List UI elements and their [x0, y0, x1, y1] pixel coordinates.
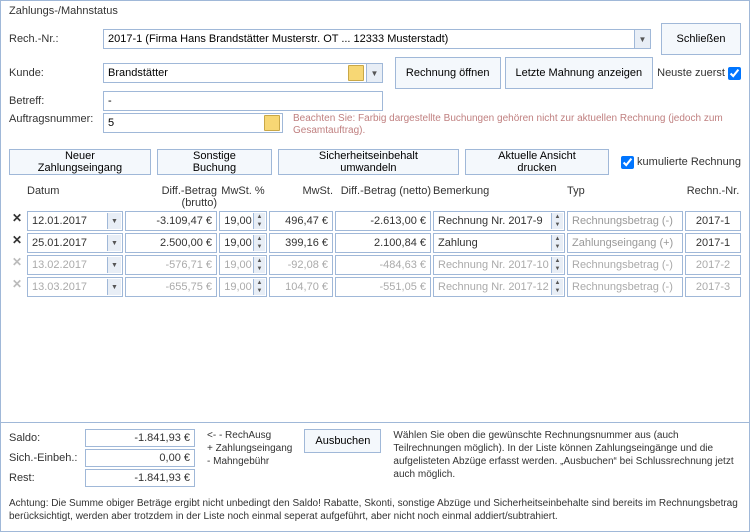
- other-booking-button[interactable]: Sonstige Buchung: [157, 149, 272, 175]
- close-button[interactable]: Schließen: [661, 23, 741, 55]
- kunde-input[interactable]: [104, 64, 348, 82]
- col-net-header: Diff.-Betrag (netto): [335, 185, 431, 209]
- col-vat-header: MwSt.: [269, 185, 333, 209]
- remark-cell[interactable]: Rechnung Nr. 2017-12▲▼: [433, 277, 565, 297]
- rest-value: -1.841,93 €: [85, 469, 195, 487]
- warning-text: Achtung: Die Summe obiger Beträge ergibt…: [1, 493, 749, 531]
- dropdown-icon[interactable]: ▼: [366, 64, 382, 82]
- legend: <- - RechAusg + Zahlungseingang - Mahnge…: [207, 429, 292, 487]
- spinner-icon[interactable]: ▲▼: [253, 257, 265, 273]
- dropdown-icon[interactable]: ▼: [634, 30, 650, 48]
- col-type-header: Typ: [567, 185, 683, 209]
- type-cell: Rechnungsbetrag (-): [567, 211, 683, 231]
- spinner-icon[interactable]: ▲▼: [253, 213, 265, 229]
- saldo-value: -1.841,93 €: [85, 429, 195, 447]
- gross-cell[interactable]: -3.109,47 €: [125, 211, 217, 231]
- convert-retention-button[interactable]: Sicherheitseinbehalt umwandeln: [278, 149, 459, 175]
- rechnr-input[interactable]: [104, 30, 634, 48]
- window-title: Zahlungs-/Mahnstatus: [1, 1, 749, 21]
- net-cell: -551,05 €: [335, 277, 431, 297]
- delete-row-button: ✕: [9, 255, 25, 275]
- col-inv-header: Rechn.-Nr.: [685, 185, 741, 209]
- rechnr-combo[interactable]: ▼: [103, 29, 651, 49]
- spinner-icon[interactable]: ▲▼: [551, 257, 563, 273]
- type-cell: Rechnungsbetrag (-): [567, 277, 683, 297]
- rest-label: Rest:: [9, 472, 79, 484]
- dropdown-icon[interactable]: ▼: [107, 213, 121, 229]
- vat-pct-cell[interactable]: 19,00▲▼: [219, 233, 267, 253]
- remark-cell[interactable]: Zahlung▲▼: [433, 233, 565, 253]
- vat-cell: 399,16 €: [269, 233, 333, 253]
- info-text: Wählen Sie oben die gewünschte Rechnungs…: [393, 429, 741, 487]
- date-cell[interactable]: 25.01.2017▼: [27, 233, 123, 253]
- delete-row-button[interactable]: ✕: [9, 211, 25, 231]
- vat-cell: 104,70 €: [269, 277, 333, 297]
- remark-cell[interactable]: Rechnung Nr. 2017-10▲▼: [433, 255, 565, 275]
- inv-cell: 2017-1: [685, 211, 741, 231]
- net-cell: 2.100,84 €: [335, 233, 431, 253]
- vat-pct-cell[interactable]: 19,00▲▼: [219, 211, 267, 231]
- table-row: ✕12.01.2017▼-3.109,47 €19,00▲▼496,47 €-2…: [9, 211, 741, 231]
- auftrag-label: Auftragsnummer:: [9, 113, 99, 125]
- vat-cell: -92,08 €: [269, 255, 333, 275]
- cumulative-checkbox[interactable]: [621, 156, 634, 169]
- print-view-button[interactable]: Aktuelle Ansicht drucken: [465, 149, 609, 175]
- net-cell: -2.613,00 €: [335, 211, 431, 231]
- rechnr-label: Rech.-Nr.:: [9, 33, 99, 45]
- table-row: ✕13.02.2017▼-576,71 €19,00▲▼-92,08 €-484…: [9, 255, 741, 275]
- remark-cell[interactable]: Rechnung Nr. 2017-9▲▼: [433, 211, 565, 231]
- net-cell: -484,63 €: [335, 255, 431, 275]
- delete-row-button[interactable]: ✕: [9, 233, 25, 253]
- date-cell[interactable]: 13.03.2017▼: [27, 277, 123, 297]
- col-gross-header: Diff.-Betrag (brutto): [125, 185, 217, 209]
- kunde-label: Kunde:: [9, 67, 99, 79]
- gross-cell[interactable]: -576,71 €: [125, 255, 217, 275]
- col-remark-header: Bemerkung: [433, 185, 565, 209]
- gross-cell[interactable]: -655,75 €: [125, 277, 217, 297]
- inv-cell: 2017-1: [685, 233, 741, 253]
- date-cell[interactable]: 13.02.2017▼: [27, 255, 123, 275]
- auftrag-combo[interactable]: [103, 113, 283, 133]
- auftrag-input[interactable]: [104, 114, 264, 132]
- betreff-input[interactable]: [103, 91, 383, 111]
- show-last-dunning-button[interactable]: Letzte Mahnung anzeigen: [505, 57, 654, 89]
- type-cell: Rechnungsbetrag (-): [567, 255, 683, 275]
- newest-first-checkbox[interactable]: [728, 67, 741, 80]
- folder-icon[interactable]: [348, 65, 364, 81]
- date-cell[interactable]: 12.01.2017▼: [27, 211, 123, 231]
- type-cell: Zahlungseingang (+): [567, 233, 683, 253]
- inv-cell: 2017-2: [685, 255, 741, 275]
- folder-icon[interactable]: [264, 115, 280, 131]
- sich-value: 0,00 €: [85, 449, 195, 467]
- cumulative-label: kumulierte Rechnung: [637, 156, 741, 168]
- ausbuchen-button[interactable]: Ausbuchen: [304, 429, 381, 453]
- kunde-combo[interactable]: ▼: [103, 63, 383, 83]
- dropdown-icon[interactable]: ▼: [107, 257, 121, 273]
- vat-pct-cell[interactable]: 19,00▲▼: [219, 255, 267, 275]
- spinner-icon[interactable]: ▲▼: [253, 279, 265, 295]
- saldo-label: Saldo:: [9, 432, 79, 444]
- delete-row-button: ✕: [9, 277, 25, 297]
- hint-text: Beachten Sie: Farbig dargestellte Buchun…: [293, 113, 741, 137]
- newest-first-label: Neuste zuerst: [657, 67, 725, 79]
- sich-label: Sich.-Einbeh.:: [9, 452, 79, 464]
- gross-cell[interactable]: 2.500,00 €: [125, 233, 217, 253]
- betreff-label: Betreff:: [9, 95, 99, 107]
- open-invoice-button[interactable]: Rechnung öffnen: [395, 57, 501, 89]
- spinner-icon[interactable]: ▲▼: [551, 279, 563, 295]
- spinner-icon[interactable]: ▲▼: [253, 235, 265, 251]
- inv-cell: 2017-3: [685, 277, 741, 297]
- vat-pct-cell[interactable]: 19,00▲▼: [219, 277, 267, 297]
- col-date-header: Datum: [27, 185, 123, 209]
- new-payment-button[interactable]: Neuer Zahlungseingang: [9, 149, 151, 175]
- dropdown-icon[interactable]: ▼: [107, 235, 121, 251]
- table-row: ✕13.03.2017▼-655,75 €19,00▲▼104,70 €-551…: [9, 277, 741, 297]
- spinner-icon[interactable]: ▲▼: [551, 213, 563, 229]
- table-row: ✕25.01.2017▼2.500,00 €19,00▲▼399,16 €2.1…: [9, 233, 741, 253]
- dropdown-icon[interactable]: ▼: [107, 279, 121, 295]
- vat-cell: 496,47 €: [269, 211, 333, 231]
- spinner-icon[interactable]: ▲▼: [551, 235, 563, 251]
- col-vatpct-header: MwSt. %: [219, 185, 267, 209]
